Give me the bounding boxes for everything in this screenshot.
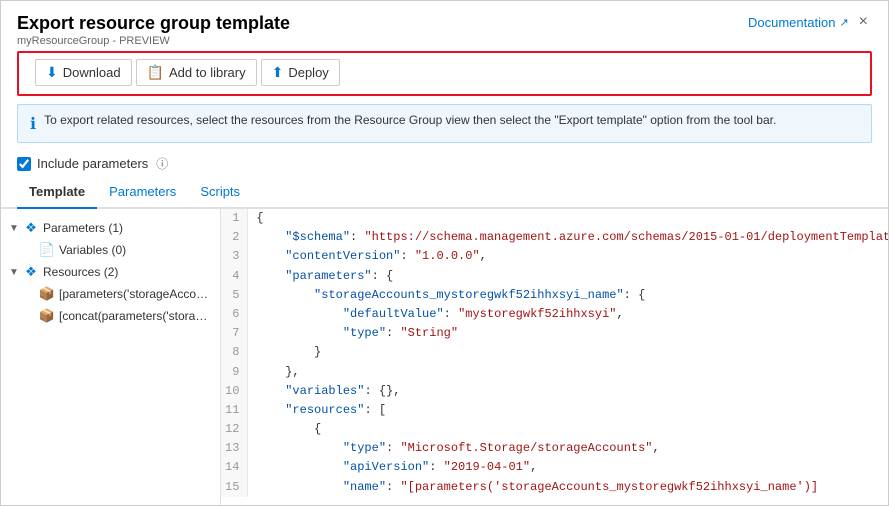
line-code-15: "name": "[parameters('storageAccounts_my… [248, 478, 888, 497]
download-icon: ⬇ [46, 64, 58, 81]
line-code-11: "resources": [ [248, 401, 888, 420]
storage1-icon: 📦 [39, 286, 55, 302]
code-line-7: 7 "type": "String" [221, 324, 888, 343]
line-num-9: 9 [221, 363, 248, 382]
code-line-8: 8 } [221, 343, 888, 362]
include-params-info-icon: ⓘ [156, 155, 168, 172]
line-code-7: "type": "String" [248, 324, 888, 343]
header-left: Export resource group template myResourc… [17, 13, 290, 47]
chevron-down-icon: ▼ [9, 223, 19, 234]
params-icon: ❖ [23, 220, 39, 236]
include-parameters-row: Include parameters ⓘ [1, 151, 888, 178]
line-code-13: "type": "Microsoft.Storage/storageAccoun… [248, 439, 888, 458]
line-num-10: 10 [221, 382, 248, 401]
storage2-icon: 📦 [39, 308, 55, 324]
vars-icon: 📄 [39, 242, 55, 258]
line-code-10: "variables": {}, [248, 382, 888, 401]
tabs-bar: Template Parameters Scripts [1, 178, 888, 209]
page-subtitle: myResourceGroup - PREVIEW [17, 35, 290, 47]
page-title: Export resource group template [17, 13, 290, 34]
code-line-3: 3 "contentVersion": "1.0.0.0", [221, 247, 888, 266]
add-library-label: Add to library [169, 65, 246, 80]
line-num-5: 5 [221, 286, 248, 305]
code-editor[interactable]: 1 { 2 "$schema": "https://schema.managem… [221, 209, 888, 505]
line-code-14: "apiVersion": "2019-04-01", [248, 458, 888, 477]
code-line-4: 4 "parameters": { [221, 267, 888, 286]
line-num-11: 11 [221, 401, 248, 420]
line-code-9: }, [248, 363, 888, 382]
line-code-5: "storageAccounts_mystoregwkf52ihhxsyi_na… [248, 286, 888, 305]
line-num-2: 2 [221, 228, 248, 247]
sidebar-tree: ▼ ❖ Parameters (1) 📄 Variables (0) ▼ ❖ R… [1, 209, 221, 505]
variables-label: Variables (0) [59, 243, 212, 257]
code-line-5: 5 "storageAccounts_mystoregwkf52ihhxsyi_… [221, 286, 888, 305]
sidebar-item-storage1[interactable]: 📦 [parameters('storageAccounts_... [1, 283, 220, 305]
code-line-15: 15 "name": "[parameters('storageAccounts… [221, 478, 888, 497]
line-code-6: "defaultValue": "mystoregwkf52ihhxsyi", [248, 305, 888, 324]
download-button[interactable]: ⬇ Download [35, 59, 132, 86]
add-to-library-button[interactable]: 📋 Add to library [136, 59, 257, 86]
line-code-2: "$schema": "https://schema.management.az… [248, 228, 888, 247]
toolbar: ⬇ Download 📋 Add to library ⬆ Deploy [17, 51, 872, 96]
code-line-13: 13 "type": "Microsoft.Storage/storageAcc… [221, 439, 888, 458]
documentation-link[interactable]: Documentation ↗ [748, 15, 849, 30]
close-button[interactable]: × [855, 13, 872, 31]
page-container: Export resource group template myResourc… [0, 0, 889, 506]
resources-label: Resources (2) [43, 265, 212, 279]
line-num-3: 3 [221, 247, 248, 266]
info-icon: ℹ [30, 114, 36, 134]
deploy-label: Deploy [288, 65, 328, 80]
storage2-label: [concat(parameters('storageAcc... [59, 309, 212, 323]
line-code-12: { [248, 420, 888, 439]
sidebar-item-variables[interactable]: 📄 Variables (0) [1, 239, 220, 261]
resources-icon: ❖ [23, 264, 39, 280]
line-num-4: 4 [221, 267, 248, 286]
deploy-icon: ⬆ [272, 64, 284, 81]
line-num-7: 7 [221, 324, 248, 343]
info-banner: ℹ To export related resources, select th… [17, 104, 872, 143]
line-num-13: 13 [221, 439, 248, 458]
sidebar-item-storage2[interactable]: 📦 [concat(parameters('storageAcc... [1, 305, 220, 327]
library-icon: 📋 [147, 64, 164, 81]
code-line-14: 14 "apiVersion": "2019-04-01", [221, 458, 888, 477]
line-num-14: 14 [221, 458, 248, 477]
line-num-12: 12 [221, 420, 248, 439]
code-table: 1 { 2 "$schema": "https://schema.managem… [221, 209, 888, 497]
line-num-8: 8 [221, 343, 248, 362]
line-num-6: 6 [221, 305, 248, 324]
tab-parameters[interactable]: Parameters [97, 178, 188, 209]
chevron-down-icon-resources: ▼ [9, 267, 19, 278]
line-num-1: 1 [221, 209, 248, 228]
sidebar-item-parameters[interactable]: ▼ ❖ Parameters (1) [1, 217, 220, 239]
line-num-15: 15 [221, 478, 248, 497]
line-code-4: "parameters": { [248, 267, 888, 286]
code-line-2: 2 "$schema": "https://schema.management.… [221, 228, 888, 247]
header: Export resource group template myResourc… [1, 1, 888, 51]
line-code-8: } [248, 343, 888, 362]
sidebar-item-resources[interactable]: ▼ ❖ Resources (2) [1, 261, 220, 283]
code-line-10: 10 "variables": {}, [221, 382, 888, 401]
line-code-3: "contentVersion": "1.0.0.0", [248, 247, 888, 266]
header-right: Documentation ↗ × [748, 13, 872, 31]
deploy-button[interactable]: ⬆ Deploy [261, 59, 340, 86]
tab-template[interactable]: Template [17, 178, 97, 209]
doc-link-label: Documentation [748, 15, 835, 30]
code-line-9: 9 }, [221, 363, 888, 382]
code-line-12: 12 { [221, 420, 888, 439]
download-label: Download [63, 65, 121, 80]
external-link-icon: ↗ [839, 16, 848, 29]
main-content: ▼ ❖ Parameters (1) 📄 Variables (0) ▼ ❖ R… [1, 209, 888, 505]
info-text: To export related resources, select the … [44, 113, 776, 127]
storage1-label: [parameters('storageAccounts_... [59, 287, 212, 301]
parameters-label: Parameters (1) [43, 221, 212, 235]
include-parameters-label[interactable]: Include parameters [37, 156, 148, 171]
include-parameters-checkbox[interactable] [17, 157, 31, 171]
line-code-1: { [248, 209, 888, 228]
code-line-1: 1 { [221, 209, 888, 228]
code-line-11: 11 "resources": [ [221, 401, 888, 420]
tab-scripts[interactable]: Scripts [188, 178, 252, 209]
code-line-6: 6 "defaultValue": "mystoregwkf52ihhxsyi"… [221, 305, 888, 324]
